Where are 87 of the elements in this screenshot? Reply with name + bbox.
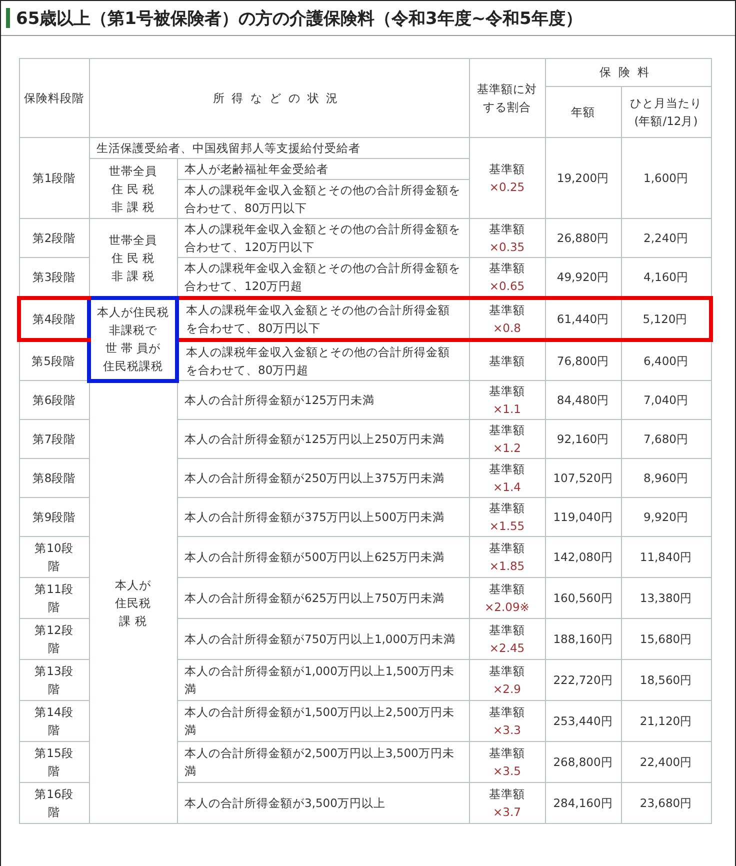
condition-cell: 本人の合計所得金額が375万円以上500万円未満 bbox=[177, 498, 469, 536]
column-header: 所得などの状況 bbox=[89, 58, 469, 138]
annual-amount-cell: 26,880円 bbox=[545, 218, 621, 258]
condition-cell: 本人の合計所得金額が125万円以上250万円未満 bbox=[177, 420, 469, 458]
ratio-cell: 基準額 ×0.25 bbox=[469, 138, 545, 218]
condition-cell: 本人の合計所得金額が625万円以上750万円未満 bbox=[177, 578, 469, 618]
condition-cell: 本人の課税年金収入金額とその他の合計所得金額を合わせて、120万円以下 bbox=[177, 218, 469, 258]
monthly-amount-cell: 15,680円 bbox=[621, 618, 711, 660]
annual-amount-cell: 160,560円 bbox=[545, 578, 621, 618]
monthly-amount-cell: 18,560円 bbox=[621, 660, 711, 700]
column-header: 保険料 bbox=[545, 58, 711, 86]
annual-amount-cell: 222,720円 bbox=[545, 660, 621, 700]
monthly-amount-cell: 13,380円 bbox=[621, 578, 711, 618]
stage-cell: 第10段階 bbox=[19, 536, 89, 578]
stage-cell: 第14段階 bbox=[19, 700, 89, 742]
stage-cell: 第13段階 bbox=[19, 660, 89, 700]
stage-cell: 第5段階 bbox=[19, 340, 89, 380]
ratio-cell: 基準額 ×3.3 bbox=[469, 700, 545, 742]
annual-amount-cell: 107,520円 bbox=[545, 458, 621, 498]
condition-cell: 本人の合計所得金額が500万円以上625万円未満 bbox=[177, 536, 469, 578]
ratio-cell: 基準額 ×2.9 bbox=[469, 660, 545, 700]
condition-cell: 本人の合計所得金額が250万円以上375万円未満 bbox=[177, 458, 469, 498]
stage-cell: 第15段階 bbox=[19, 742, 89, 782]
ratio-cell: 基準額 ×1.85 bbox=[469, 536, 545, 578]
monthly-amount-cell: 5,120円 bbox=[621, 298, 711, 340]
ratio-cell: 基準額 ×1.1 bbox=[469, 380, 545, 420]
ratio-cell: 基準額 ×0.8 bbox=[469, 298, 545, 340]
annual-amount-cell: 142,080円 bbox=[545, 536, 621, 578]
monthly-amount-cell: 1,600円 bbox=[621, 138, 711, 218]
monthly-amount-cell: 21,120円 bbox=[621, 700, 711, 742]
ratio-cell: 基準額 ×3.5 bbox=[469, 742, 545, 782]
condition-cell: 本人の合計所得金額が1,500万円以上2,500万円未満 bbox=[177, 700, 469, 742]
stage-cell: 第9段階 bbox=[19, 498, 89, 536]
condition-cell: 本人の合計所得金額が2,500万円以上3,500万円未満 bbox=[177, 742, 469, 782]
page-title: 65歳以上（第1号被保険者）の方の介護保険料（令和3年度~令和5年度） bbox=[16, 8, 582, 30]
condition-cell: 本人の課税年金収入金額とその他の合計所得金額を合わせて、80万円以下 bbox=[177, 298, 469, 340]
condition-cell: 本人の合計所得金額が750万円以上1,000万円未満 bbox=[177, 618, 469, 660]
category-cell: 世帯全員 住 民 税 非 課 税 bbox=[89, 218, 177, 298]
stage-cell: 第4段階 bbox=[19, 298, 89, 340]
monthly-amount-cell: 6,400円 bbox=[621, 340, 711, 380]
ratio-cell: 基準額 bbox=[469, 340, 545, 380]
category-cell: 本人が 住民税 課 税 bbox=[89, 380, 177, 824]
annual-amount-cell: 76,800円 bbox=[545, 340, 621, 380]
annual-amount-cell: 19,200円 bbox=[545, 138, 621, 218]
annual-amount-cell: 84,480円 bbox=[545, 380, 621, 420]
monthly-amount-cell: 8,960円 bbox=[621, 458, 711, 498]
column-header: 保険料段階 bbox=[19, 58, 89, 138]
ratio-cell: 基準額 ×0.35 bbox=[469, 218, 545, 258]
stage-cell: 第2段階 bbox=[19, 218, 89, 258]
monthly-amount-cell: 23,680円 bbox=[621, 782, 711, 824]
annual-amount-cell: 61,440円 bbox=[545, 298, 621, 340]
category-cell: 本人が住民税 非課税で 世 帯 員が 住民税課税 bbox=[89, 298, 177, 380]
ratio-cell: 基準額 ×1.55 bbox=[469, 498, 545, 536]
ratio-cell: 基準額 ×2.45 bbox=[469, 618, 545, 660]
monthly-amount-cell: 9,920円 bbox=[621, 498, 711, 536]
stage-cell: 第6段階 bbox=[19, 380, 89, 420]
annual-amount-cell: 119,040円 bbox=[545, 498, 621, 536]
monthly-amount-cell: 2,240円 bbox=[621, 218, 711, 258]
condition-cell: 本人の課税年金収入金額とその他の合計所得金額を合わせて、80万円超 bbox=[177, 340, 469, 380]
stage-cell: 第8段階 bbox=[19, 458, 89, 498]
category-cell: 世帯全員 住 民 税 非 課 税 bbox=[89, 158, 177, 218]
column-header: 年額 bbox=[545, 86, 621, 138]
condition-cell: 本人の合計所得金額が1,000万円以上1,500万円未満 bbox=[177, 660, 469, 700]
condition-cell: 生活保護受給者、中国残留邦人等支援給付受給者 bbox=[89, 138, 469, 158]
annual-amount-cell: 284,160円 bbox=[545, 782, 621, 824]
ratio-cell: 基準額 ×3.7 bbox=[469, 782, 545, 824]
title-accent-bar bbox=[6, 8, 10, 28]
monthly-amount-cell: 22,400円 bbox=[621, 742, 711, 782]
ratio-cell: 基準額 ×1.4 bbox=[469, 458, 545, 498]
annual-amount-cell: 188,160円 bbox=[545, 618, 621, 660]
stage-cell: 第11段階 bbox=[19, 578, 89, 618]
stage-cell: 第7段階 bbox=[19, 420, 89, 458]
monthly-amount-cell: 7,680円 bbox=[621, 420, 711, 458]
ratio-cell: 基準額 ×1.2 bbox=[469, 420, 545, 458]
annual-amount-cell: 268,800円 bbox=[545, 742, 621, 782]
condition-cell: 本人の合計所得金額が125万円未満 bbox=[177, 380, 469, 420]
stage-cell: 第16段階 bbox=[19, 782, 89, 824]
condition-cell: 本人の合計所得金額が3,500万円以上 bbox=[177, 782, 469, 824]
annual-amount-cell: 92,160円 bbox=[545, 420, 621, 458]
annual-amount-cell: 253,440円 bbox=[545, 700, 621, 742]
stage-cell: 第1段階 bbox=[19, 138, 89, 218]
monthly-amount-cell: 7,040円 bbox=[621, 380, 711, 420]
ratio-cell: 基準額 ×2.09※ bbox=[469, 578, 545, 618]
column-header: ひと月当たり(年額/12月) bbox=[621, 86, 711, 138]
column-header: 基準額に対する割合 bbox=[469, 58, 545, 138]
monthly-amount-cell: 11,840円 bbox=[621, 536, 711, 578]
stage-cell: 第12段階 bbox=[19, 618, 89, 660]
